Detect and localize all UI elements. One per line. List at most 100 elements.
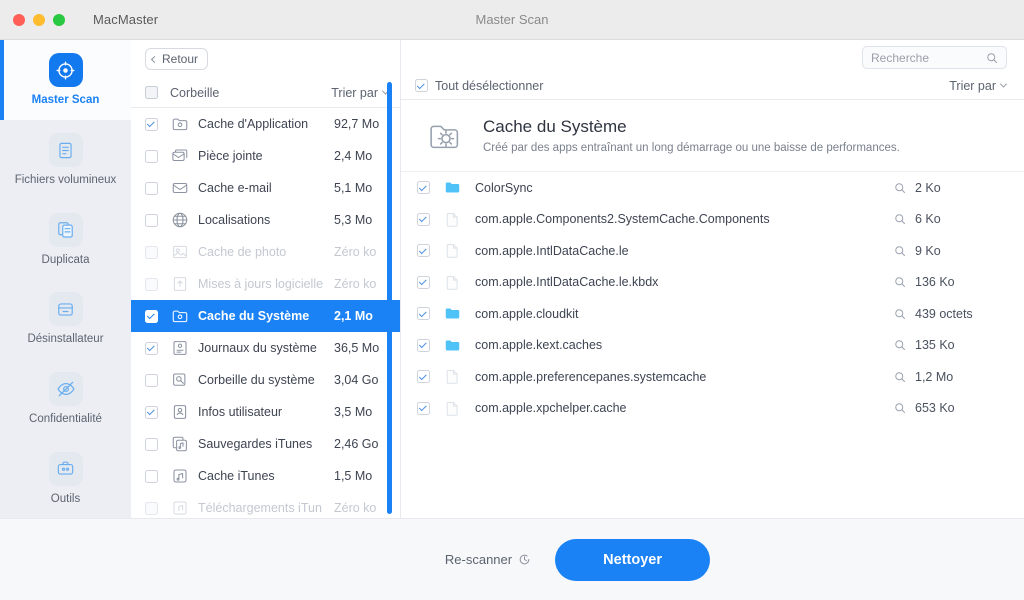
category-row-size: 5,1 Mo [334, 181, 373, 195]
category-sort-button[interactable]: Trier par [331, 85, 390, 100]
close-button[interactable] [13, 13, 25, 26]
file-checkbox[interactable] [417, 401, 430, 415]
category-row-selected[interactable]: Cache du Système 2,1 Mo [131, 300, 400, 332]
category-row-size: 2,4 Mo [334, 149, 373, 163]
file-icon [444, 242, 461, 259]
category-list[interactable]: Cache d'Application 92,7 Mo Pièce jointe… [131, 108, 400, 518]
file-checkbox[interactable] [417, 244, 430, 258]
sidebar-item-label: Master Scan [31, 94, 100, 107]
category-row[interactable]: Localisations 5,3 Mo [131, 204, 400, 236]
clean-button[interactable]: Nettoyer [555, 538, 711, 581]
sidebar-item-confidentialite[interactable]: Confidentialité [0, 359, 131, 439]
category-row[interactable]: Cache iTunes 1,5 Mo [131, 460, 400, 492]
file-checkbox[interactable] [417, 338, 430, 352]
sidebar-item-duplicata[interactable]: Duplicata [0, 199, 131, 279]
detail-sort-button[interactable]: Trier par [949, 79, 1008, 93]
category-list-header: Corbeille Trier par [131, 78, 400, 108]
mail-icon [170, 179, 189, 198]
row-checkbox[interactable] [145, 245, 158, 259]
category-row[interactable]: Infos utilisateur 3,5 Mo [131, 396, 400, 428]
category-sort-label: Trier par [331, 85, 378, 100]
file-row[interactable]: com.apple.Components2.SystemCache.Compon… [401, 204, 1024, 236]
reveal-search-icon[interactable] [894, 182, 906, 194]
file-size: 1,2 Mo [915, 369, 954, 384]
toolbox-icon [48, 451, 83, 486]
file-row[interactable]: com.apple.kext.caches 135 Ko [401, 330, 1024, 362]
category-row[interactable]: Pièce jointe 2,4 Mo [131, 140, 400, 172]
sidebar-item-label: Confidentialité [29, 413, 102, 426]
category-row[interactable]: Cache e-mail 5,1 Mo [131, 172, 400, 204]
sidebar-item-label: Outils [50, 492, 81, 505]
file-checkbox[interactable] [417, 181, 430, 195]
reveal-search-icon[interactable] [894, 213, 906, 225]
folder-icon [444, 305, 461, 322]
reveal-search-icon[interactable] [894, 245, 906, 257]
detail-hero-text: Cache du Système Créé par des apps entra… [483, 117, 900, 154]
maximize-button[interactable] [53, 13, 65, 26]
back-button[interactable]: Retour [145, 48, 209, 70]
sidebar-item-outils[interactable]: Outils [0, 438, 131, 518]
file-row[interactable]: com.apple.IntlDataCache.le.kbdx 136 Ko [401, 267, 1024, 299]
category-row[interactable]: Cache de photo Zéro ko [131, 236, 400, 268]
row-checkbox[interactable] [145, 469, 158, 483]
detail-hero: Cache du Système Créé par des apps entra… [401, 100, 1024, 172]
file-icon [444, 274, 461, 291]
row-checkbox[interactable] [145, 277, 158, 291]
file-row[interactable]: com.apple.preferencepanes.systemcache 1,… [401, 361, 1024, 393]
row-checkbox[interactable] [145, 437, 158, 451]
file-size: 9 Ko [915, 243, 941, 258]
file-row[interactable]: com.apple.IntlDataCache.le 9 Ko [401, 235, 1024, 267]
file-row[interactable]: ColorSync 2 Ko [401, 172, 1024, 204]
reveal-search-icon[interactable] [894, 339, 906, 351]
file-checkbox[interactable] [417, 212, 430, 226]
category-panel: Retour Corbeille Trier par Cache d'Appli [131, 40, 401, 518]
reveal-search-icon[interactable] [894, 402, 906, 414]
search-icon[interactable] [986, 52, 998, 64]
system-logs-icon [170, 339, 189, 358]
deselect-all-checkbox[interactable] [415, 79, 428, 92]
category-row[interactable]: Cache d'Application 92,7 Mo [131, 108, 400, 140]
category-row-size: 2,1 Mo [334, 309, 373, 323]
row-checkbox[interactable] [145, 341, 158, 355]
file-row[interactable]: com.apple.cloudkit 439 octets [401, 298, 1024, 330]
row-checkbox[interactable] [145, 149, 158, 163]
row-checkbox[interactable] [145, 405, 158, 419]
category-row-partial[interactable]: Téléchargements iTun Zéro ko [131, 492, 400, 518]
detail-file-list[interactable]: ColorSync 2 Ko com.apple.Components2.Sys… [401, 172, 1024, 518]
row-checkbox[interactable] [145, 373, 158, 387]
file-icon [444, 400, 461, 417]
row-checkbox[interactable] [145, 181, 158, 195]
file-size-cell: 136 Ko [894, 275, 1006, 289]
search-field[interactable]: Recherche [862, 46, 1007, 69]
file-checkbox[interactable] [417, 307, 430, 321]
category-row[interactable]: Corbeille du système 3,04 Go [131, 364, 400, 396]
file-checkbox[interactable] [417, 275, 430, 289]
row-checkbox[interactable] [145, 309, 158, 323]
file-checkbox[interactable] [417, 370, 430, 384]
category-row[interactable]: Sauvegardes iTunes 2,46 Go [131, 428, 400, 460]
user-info-icon [170, 403, 189, 422]
sidebar-item-fichiers-volumineux[interactable]: Fichiers volumineux [0, 120, 131, 200]
category-row[interactable]: Mises à jours logicielle Zéro ko [131, 268, 400, 300]
row-checkbox[interactable] [145, 213, 158, 227]
row-checkbox[interactable] [145, 501, 158, 515]
photo-cache-icon [170, 243, 189, 262]
category-scrollbar[interactable] [387, 82, 392, 514]
rescan-button[interactable]: Re-scanner [445, 552, 531, 567]
select-all-checkbox[interactable] [145, 86, 158, 99]
category-row[interactable]: Journaux du système 36,5 Mo [131, 332, 400, 364]
detail-list-header: Tout désélectionner Trier par [401, 72, 1024, 100]
detail-hero-subtitle: Créé par des apps entraînant un long dém… [483, 142, 900, 154]
row-checkbox[interactable] [145, 117, 158, 131]
reveal-search-icon[interactable] [894, 308, 906, 320]
sidebar-item-desinstallateur[interactable]: Désinstallateur [0, 279, 131, 359]
file-size-cell: 1,2 Mo [894, 370, 1006, 384]
file-name: com.apple.IntlDataCache.le.kbdx [475, 275, 659, 290]
minimize-button[interactable] [33, 13, 45, 26]
reveal-search-icon[interactable] [894, 371, 906, 383]
reveal-search-icon[interactable] [894, 276, 906, 288]
detail-hero-title: Cache du Système [483, 117, 627, 136]
sidebar-item-master-scan[interactable]: Master Scan [0, 40, 131, 120]
file-row[interactable]: com.apple.xpchelper.cache 653 Ko [401, 393, 1024, 425]
file-size-cell: 439 octets [894, 307, 1006, 321]
